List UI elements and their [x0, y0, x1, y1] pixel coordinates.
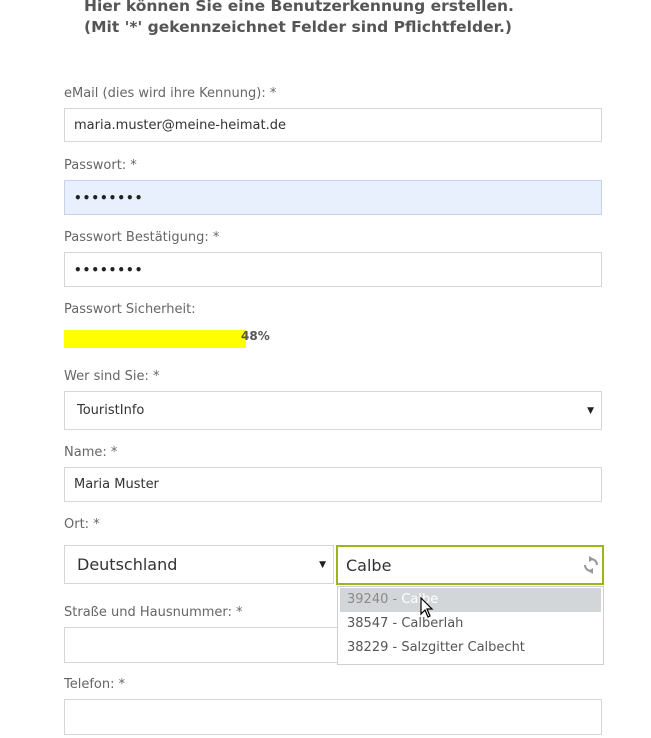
password-confirm-label: Passwort Bestätigung: *	[64, 230, 220, 245]
city-value: Calbe	[346, 555, 392, 575]
heading-line-2: (Mit '*' gekennzeichnet Felder sind Pfli…	[84, 18, 512, 36]
autocomplete-item[interactable]: 38229 - Salzgitter Calbecht	[340, 636, 601, 660]
who-selected-value: TouristInfo	[77, 403, 145, 418]
email-field[interactable]: maria.muster@meine-heimat.de	[64, 108, 602, 142]
password-label: Passwort: *	[64, 158, 137, 173]
password-strength-label: Passwort Sicherheit:	[64, 302, 196, 317]
autocomplete-zip: 38547	[347, 616, 389, 631]
mouse-pointer-icon	[420, 596, 434, 623]
heading-line-1: Hier können Sie eine Benutzerkennung ers…	[84, 0, 514, 15]
autocomplete-zip: 39240	[347, 592, 389, 607]
city-autocomplete-list: 39240 - Calbe 38547 - Calberlah 38229 - …	[337, 586, 604, 665]
refresh-icon	[583, 556, 599, 578]
autocomplete-item[interactable]: 38547 - Calberlah	[340, 612, 601, 636]
password-strength-bar	[64, 330, 246, 348]
chevron-down-icon: ▼	[319, 559, 326, 570]
street-field[interactable]	[64, 627, 338, 663]
name-label: Name: *	[64, 445, 118, 460]
who-select[interactable]: TouristInfo ▼	[64, 391, 602, 430]
location-label: Ort: *	[64, 517, 100, 532]
country-select[interactable]: Deutschland ▼	[64, 545, 334, 584]
autocomplete-zip: 38229	[347, 640, 389, 655]
password-field[interactable]: ••••••••	[64, 180, 602, 215]
password-confirm-field[interactable]: ••••••••	[64, 252, 602, 287]
email-label: eMail (dies wird ihre Kennung): *	[64, 86, 277, 101]
email-value: maria.muster@meine-heimat.de	[74, 117, 286, 133]
autocomplete-item[interactable]: 39240 - Calbe	[340, 588, 601, 612]
city-input[interactable]: Calbe	[336, 545, 604, 585]
password-confirm-value: ••••••••	[74, 262, 144, 277]
chevron-down-icon: ▼	[587, 405, 594, 416]
country-selected-value: Deutschland	[77, 555, 178, 574]
password-value: ••••••••	[74, 190, 144, 205]
phone-label: Telefon: *	[64, 677, 126, 692]
form-heading: Hier können Sie eine Benutzerkennung ers…	[84, 0, 644, 38]
password-strength-percent: 48%	[241, 329, 270, 343]
name-value: Maria Muster	[74, 477, 159, 492]
who-label: Wer sind Sie: *	[64, 369, 160, 384]
name-field[interactable]: Maria Muster	[64, 467, 602, 502]
autocomplete-city: Salzgitter Calbecht	[401, 640, 525, 655]
street-label: Straße und Hausnummer: *	[64, 605, 243, 620]
phone-field[interactable]	[64, 699, 602, 735]
